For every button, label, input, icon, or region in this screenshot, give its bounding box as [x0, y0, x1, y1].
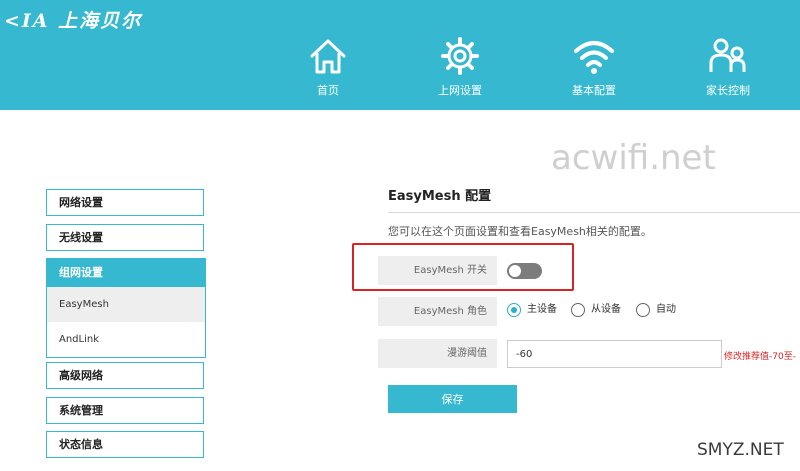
top-header: <IA 上海贝尔 首页 上网设置 基本配置 家长控制 [0, 0, 800, 110]
radio-unchecked-icon [636, 303, 650, 317]
watermark-acwifi: acwifi.net [551, 138, 716, 178]
nav-home-label: 首页 [317, 84, 339, 97]
sidebar-item-network[interactable]: 网络设置 [46, 189, 204, 216]
roaming-threshold-label: 漫游阈值 [378, 339, 497, 368]
wifi-icon [574, 41, 614, 74]
roaming-threshold-input[interactable] [507, 340, 722, 368]
radio-role-master-label: 主设备 [527, 304, 557, 315]
page-description: 您可以在这个页面设置和查看EasyMesh相关的配置。 [388, 225, 652, 238]
brand-logo: <IA 上海贝尔 [4, 10, 143, 32]
radio-unchecked-icon [571, 303, 585, 317]
sidebar-subitem-andlink[interactable]: AndLink [47, 322, 205, 357]
nav-basic-label: 基本配置 [572, 84, 616, 97]
nav-parental-control[interactable]: 家长控制 [678, 36, 778, 106]
nav-internet-settings[interactable]: 上网设置 [410, 36, 510, 106]
sidebar-item-system[interactable]: 系统管理 [46, 397, 204, 424]
radio-role-auto-label: 自动 [656, 304, 676, 315]
gear-icon [441, 37, 479, 75]
nav-home[interactable]: 首页 [278, 36, 378, 106]
radio-role-slave-label: 从设备 [591, 304, 621, 315]
page-title: EasyMesh 配置 [388, 189, 492, 204]
nav-parental-label: 家长控制 [706, 84, 750, 97]
nav-internet-label: 上网设置 [438, 84, 482, 97]
easymesh-role-label: EasyMesh 角色 [378, 297, 497, 326]
sidebar-subitem-easymesh[interactable]: EasyMesh [47, 287, 205, 322]
annotation-highlight-box [352, 243, 574, 291]
sidebar-item-advanced[interactable]: 高级网络 [46, 362, 204, 389]
roaming-hint: 修改推荐值-70至- [724, 352, 796, 362]
sidebar-item-wireless[interactable]: 无线设置 [46, 224, 204, 251]
sidebar-item-networking[interactable]: 组网设置 [47, 259, 205, 287]
radio-checked-icon [507, 303, 521, 317]
sidebar-group-networking: 组网设置 EasyMesh AndLink [46, 258, 206, 358]
home-icon [310, 39, 346, 74]
title-divider [388, 212, 800, 213]
nav-basic-config[interactable]: 基本配置 [544, 36, 644, 106]
save-button[interactable]: 保存 [388, 385, 517, 413]
sidebar-item-status[interactable]: 状态信息 [46, 431, 204, 458]
watermark-smyz: SMYZ.NET [697, 440, 784, 460]
users-icon [709, 38, 746, 72]
